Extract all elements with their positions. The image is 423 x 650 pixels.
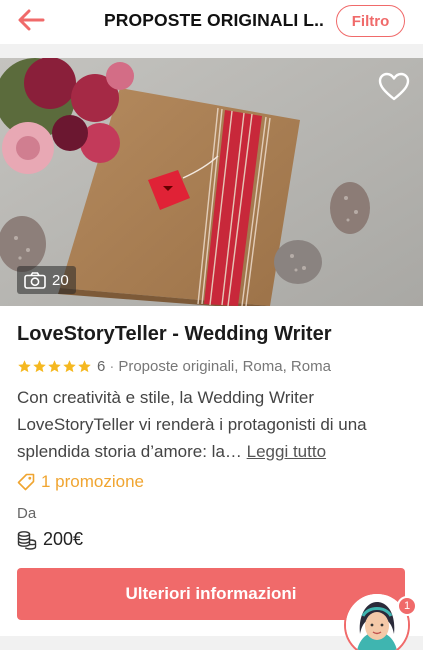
star-icon [48, 359, 61, 372]
price-row: 200€ [17, 529, 83, 550]
star-icon [33, 359, 46, 372]
heart-icon [378, 72, 410, 101]
star-icon [63, 359, 76, 372]
vendor-name[interactable]: LoveStoryTeller - Wedding Writer [17, 323, 332, 346]
rating-separator: · [109, 357, 115, 375]
rating-row: 6 · Proposte originali, Roma, Roma [17, 356, 331, 376]
notification-badge: 1 [397, 596, 417, 616]
photo-count-badge[interactable]: 20 [17, 266, 76, 294]
arrow-left-icon [18, 9, 45, 31]
filter-button[interactable]: Filtro [336, 5, 405, 37]
rating-stars [17, 359, 92, 374]
price-label: Da [17, 505, 37, 522]
rating-count: 6 [97, 357, 106, 375]
category-location: Proposte originali, Roma, Roma [118, 357, 331, 375]
top-bar: PROPOSTE ORIGINALI L... Filtro [0, 0, 423, 44]
read-more-link[interactable]: Leggi tutto [247, 442, 326, 461]
tag-icon [17, 473, 35, 491]
page-title: PROPOSTE ORIGINALI L... [104, 10, 324, 30]
star-icon [18, 359, 31, 372]
photo-count: 20 [52, 271, 69, 289]
promotion-text: 1 promozione [41, 472, 145, 491]
coins-icon [17, 530, 37, 550]
back-button[interactable] [14, 6, 48, 34]
favorite-button[interactable] [378, 72, 410, 102]
listing-description: Con creatività e stile, la Wedding Write… [17, 384, 412, 465]
star-icon [78, 359, 91, 372]
price-value: 200€ [43, 529, 84, 549]
promotion-link[interactable]: 1 promozione [17, 472, 144, 492]
camera-icon [24, 271, 46, 289]
section-divider [0, 44, 423, 58]
